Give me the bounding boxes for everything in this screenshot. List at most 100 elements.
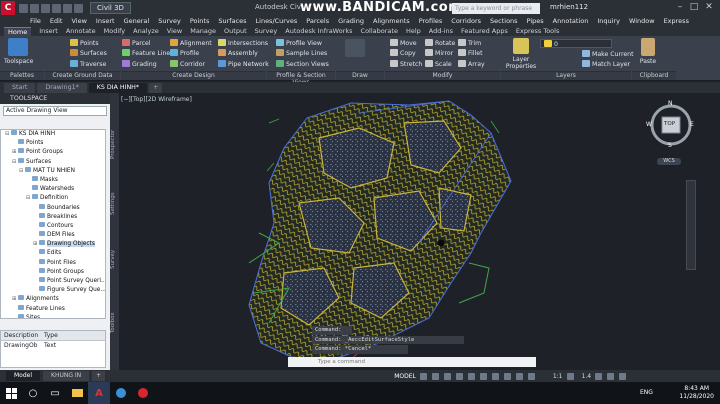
dimension-value[interactable]: 1.4 [582,373,592,380]
tab-khung-in[interactable]: KHUNG IN [43,371,90,381]
menu-item-insert[interactable]: Insert [96,17,115,25]
tree-node[interactable]: ⊞ Drawing Objects [1,240,105,249]
tree-node[interactable]: ⊞ Alignments [1,295,105,304]
menu-item-general[interactable]: General [124,17,150,25]
col-type[interactable]: Type [41,331,61,340]
tree-node[interactable]: Watersheds [1,185,105,194]
menu-item-inquiry[interactable]: Inquiry [597,17,620,25]
profile-button[interactable]: Profile [170,49,199,57]
tree-node[interactable]: ⊟ MAT TU NHIEN [1,166,105,176]
annotation-scale[interactable]: 1:1 [553,373,563,380]
points-button[interactable]: Points [70,39,99,47]
tab-survey[interactable]: Survey [110,243,119,269]
customize-icon[interactable] [619,372,627,380]
tree-node[interactable]: ⊟ KS DIA HINH [1,130,105,139]
parcel-button[interactable]: Parcel [122,39,151,47]
command-input[interactable]: Type a command [288,357,536,367]
new-tab-button[interactable]: + [149,83,163,93]
table-row[interactable]: DrawingOb Text [1,341,105,350]
compass-west[interactable]: W [646,121,652,128]
tree-node[interactable]: Edits [1,249,105,258]
isolate-objects-icon[interactable] [595,372,603,380]
sample-lines-button[interactable]: Sample Lines [276,49,327,57]
surfaces-button[interactable]: Surfaces [70,49,107,57]
tree-node[interactable]: Contours [1,221,105,231]
tree-node[interactable]: Breaklines [1,212,105,222]
menu-item-edit[interactable]: Edit [50,17,63,25]
section-views-button[interactable]: Section Views [276,60,329,68]
ribbon-tab-autodesk-infraworks[interactable]: Autodesk InfraWorks [285,27,352,35]
ribbon-tab-survey[interactable]: Survey [255,27,278,35]
snap-icon[interactable] [431,372,439,380]
navigation-bar[interactable] [686,180,696,270]
menu-item-profiles[interactable]: Profiles [419,17,443,25]
tab-prospector[interactable]: Prospector [110,121,119,159]
group-clipboard[interactable]: Clipboard [632,71,676,80]
menu-item-window[interactable]: Window [629,17,655,25]
search-input[interactable]: Type a keyword or phrase [452,3,540,14]
compass-south[interactable]: S [668,142,672,149]
match-layer-button[interactable]: Match Layer [582,60,630,68]
menu-item-lines-curves[interactable]: Lines/Curves [256,17,298,25]
task-view-button[interactable]: ▭ [44,382,66,404]
ribbon-tab-express-tools[interactable]: Express Tools [516,27,559,35]
corridor-button[interactable]: Corridor [170,60,205,68]
tab-toolbox[interactable]: Toolbox [110,303,119,333]
minimize-button[interactable]: – [674,2,686,14]
tree-node[interactable]: DEM Files [1,231,105,240]
viewcube-top[interactable]: TOP [664,121,675,127]
workspace-select[interactable]: Civil 3D [90,2,131,14]
workspace-gear-icon[interactable] [566,372,574,380]
tree-node[interactable]: ⊟ Definition [1,194,105,203]
menu-item-pipes[interactable]: Pipes [527,17,544,25]
menu-item-surfaces[interactable]: Surfaces [218,17,246,25]
group-create-ground-data[interactable]: Create Ground Data [45,71,120,80]
intersections-button[interactable]: Intersections [218,39,268,47]
profile-view-button[interactable]: Profile View [276,39,322,47]
paste-button[interactable]: Paste [636,38,660,65]
print-icon[interactable] [52,3,61,13]
tree-node[interactable]: Points [1,139,105,148]
search-button[interactable]: ○ [22,382,44,404]
ribbon-tab-analyze[interactable]: Analyze [133,27,159,35]
group-draw[interactable]: Draw [336,71,384,80]
tab-drawing1[interactable]: Drawing1* [37,83,87,93]
tab-start[interactable]: Start [4,83,36,93]
group-modify[interactable]: Modify [385,71,500,80]
grid-icon[interactable] [419,372,427,380]
tree-node[interactable]: Point Files [1,258,105,268]
add-layout-button[interactable]: + [92,371,106,381]
start-button[interactable] [0,382,22,404]
fillet-button[interactable]: Fillet [458,49,483,57]
redo-icon[interactable] [74,3,83,13]
compass-east[interactable]: E [690,121,694,128]
ribbon-tab-add-ins[interactable]: Add-ins [429,27,453,35]
autocad-taskbar-button[interactable]: A [88,382,110,404]
pipe-network-button[interactable]: Pipe Network [218,60,269,68]
ribbon-tab-insert[interactable]: Insert [39,27,58,35]
undo-icon[interactable] [63,3,72,13]
layer-properties-button[interactable]: Layer Properties [504,38,538,70]
ribbon-tab-output[interactable]: Output [224,27,247,35]
model-space-toggle[interactable]: MODEL [394,373,416,380]
ribbon-tab-collaborate[interactable]: Collaborate [361,27,398,35]
save-icon[interactable] [30,3,39,13]
browser-button[interactable] [110,382,132,404]
language-indicator[interactable]: ENG [640,389,653,396]
tree-node[interactable]: ⊟ Surfaces [1,157,105,167]
otrack-icon[interactable] [479,372,487,380]
recorder-button[interactable] [132,382,154,404]
user-account[interactable]: mrhien112 [550,3,588,11]
hardware-acceleration-icon[interactable] [607,372,615,380]
menu-item-survey[interactable]: Survey [158,17,181,25]
open-icon[interactable] [19,3,28,13]
array-button[interactable]: Array [458,60,485,68]
tree-node[interactable]: Sites [1,313,105,318]
menu-item-express[interactable]: Express [664,17,689,25]
toolspace-button[interactable]: Toolspace [4,38,33,65]
wcs-menu[interactable]: WCS [657,158,681,165]
stretch-button[interactable]: Stretch [390,60,422,68]
menu-item-grading[interactable]: Grading [338,17,364,25]
file-explorer-button[interactable] [66,382,88,404]
lineweight-icon[interactable] [491,372,499,380]
